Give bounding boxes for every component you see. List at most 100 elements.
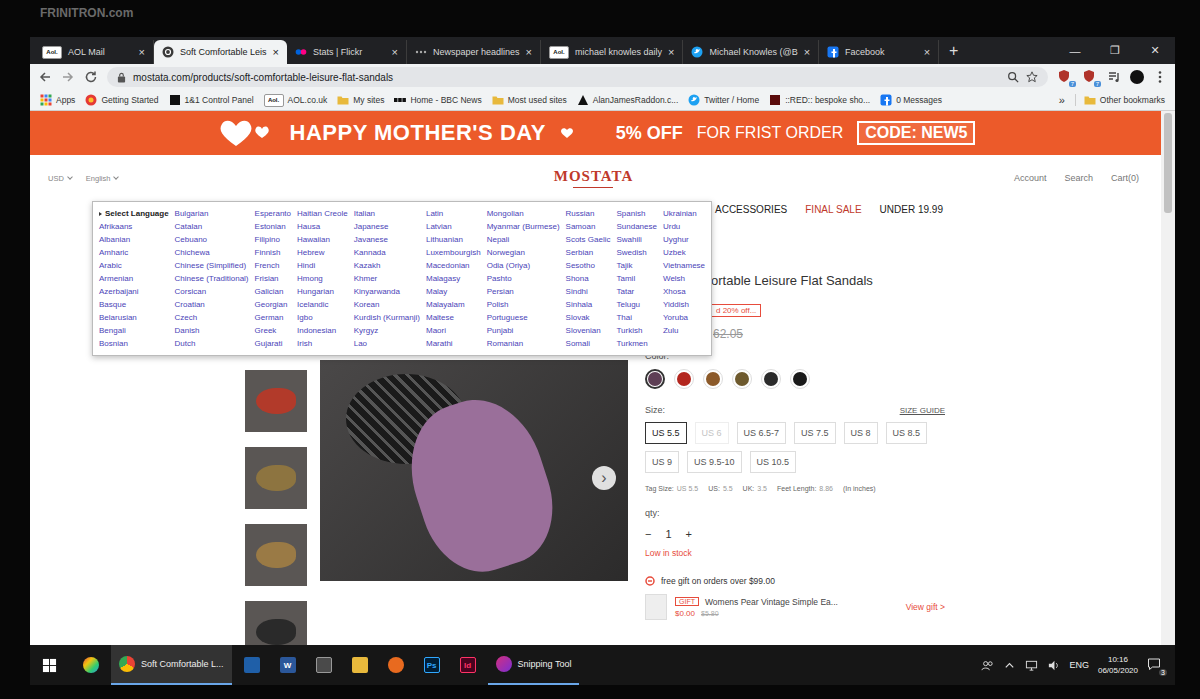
window-control-button[interactable]: — xyxy=(1055,45,1095,57)
language-option[interactable]: Norwegian xyxy=(487,246,560,259)
language-option[interactable]: Danish xyxy=(175,324,249,337)
size-option[interactable]: US 6 xyxy=(695,422,729,444)
language-option[interactable]: Hungarian xyxy=(297,285,348,298)
language-option[interactable]: Icelandic xyxy=(297,298,348,311)
qty-minus-button[interactable]: − xyxy=(645,528,651,540)
language-option[interactable]: Hausa xyxy=(297,220,348,233)
size-option[interactable]: US 8 xyxy=(844,422,878,444)
language-option[interactable]: Romanian xyxy=(487,337,560,350)
language-option[interactable]: Shona xyxy=(566,272,611,285)
language-option[interactable]: Italian xyxy=(354,207,420,220)
language-option[interactable]: Korean xyxy=(354,298,420,311)
color-swatch[interactable] xyxy=(674,369,694,389)
language-option[interactable]: Swedish xyxy=(616,246,656,259)
language-option[interactable]: Estonian xyxy=(255,220,291,233)
clock[interactable]: 10:1606/05/2020 xyxy=(1098,654,1138,676)
input-language[interactable]: ENG xyxy=(1069,660,1089,670)
bookmark[interactable]: Apps xyxy=(40,94,75,106)
language-option[interactable]: Persian xyxy=(487,285,560,298)
language-option[interactable]: Belarusian xyxy=(99,311,169,324)
language-option[interactable]: Chichewa xyxy=(175,246,249,259)
language-option[interactable]: Uyghur xyxy=(663,233,705,246)
header-link[interactable]: Search xyxy=(1064,173,1093,183)
zoom-icon[interactable] xyxy=(1007,71,1019,83)
taskbar-item[interactable]: W xyxy=(272,645,304,685)
language-option[interactable]: Catalan xyxy=(175,220,249,233)
size-option[interactable]: US 7.5 xyxy=(794,422,836,444)
windows-start-icon[interactable] xyxy=(42,658,57,673)
language-option[interactable]: Spanish xyxy=(616,207,656,220)
browser-tab[interactable]: Newspaper headlines× xyxy=(407,40,541,64)
bookmark[interactable]: My sites xyxy=(337,94,384,106)
language-option[interactable]: Dutch xyxy=(175,337,249,350)
language-option[interactable]: Chinese (Traditional) xyxy=(175,272,249,285)
language-option[interactable]: Corsican xyxy=(175,285,249,298)
language-option[interactable]: Chinese (Simplified) xyxy=(175,259,249,272)
language-option[interactable]: Somali xyxy=(566,337,611,350)
taskbar-item[interactable] xyxy=(380,645,412,685)
currency-selector[interactable]: USD xyxy=(48,174,72,183)
language-option[interactable]: Georgian xyxy=(255,298,291,311)
language-option[interactable]: Slovenian xyxy=(566,324,611,337)
nav-item[interactable]: UNDER 19.99 xyxy=(880,204,943,215)
language-option[interactable]: Sesotho xyxy=(566,259,611,272)
extension-button[interactable]: 7 xyxy=(1082,69,1098,85)
size-option[interactable]: US 10.5 xyxy=(750,451,797,473)
language-option[interactable]: Galician xyxy=(255,285,291,298)
taskbar-item[interactable] xyxy=(75,645,107,685)
header-link[interactable]: Cart(0) xyxy=(1111,173,1139,183)
language-option[interactable]: Kurdish (Kurmanji) xyxy=(354,311,420,324)
bookmark[interactable]: Home - BBC News xyxy=(394,94,481,106)
language-option[interactable]: Myanmar (Burmese) xyxy=(487,220,560,233)
tab-close-button[interactable]: × xyxy=(804,46,810,58)
bookmark[interactable]: ::RED:: bespoke sho... xyxy=(769,94,870,106)
language-option[interactable]: Welsh xyxy=(663,272,705,285)
language-option[interactable]: Polish xyxy=(487,298,560,311)
language-option[interactable]: Uzbek xyxy=(663,246,705,259)
tab-close-button[interactable]: × xyxy=(924,46,930,58)
taskbar-item[interactable] xyxy=(236,645,268,685)
language-option[interactable]: Basque xyxy=(99,298,169,311)
language-option[interactable]: Kinyarwanda xyxy=(354,285,420,298)
language-option[interactable]: Malay xyxy=(426,285,481,298)
language-option[interactable]: Russian xyxy=(566,207,611,220)
language-option[interactable]: Slovak xyxy=(566,311,611,324)
color-swatch[interactable] xyxy=(732,369,752,389)
language-option[interactable]: Marathi xyxy=(426,337,481,350)
language-option[interactable]: Sundanese xyxy=(616,220,656,233)
bookmark[interactable]: 1&1 Control Panel xyxy=(169,94,254,106)
window-control-button[interactable]: ✕ xyxy=(1135,44,1175,57)
language-option[interactable]: Samoan xyxy=(566,220,611,233)
star-icon[interactable] xyxy=(1026,71,1038,83)
profile-avatar-icon[interactable] xyxy=(1130,70,1144,84)
chevron-up-icon[interactable] xyxy=(1003,659,1016,672)
size-guide-link[interactable]: SIZE GUIDE xyxy=(900,406,945,415)
tab-close-button[interactable]: × xyxy=(273,46,279,58)
language-option[interactable]: Croatian xyxy=(175,298,249,311)
forward-arrow-icon[interactable] xyxy=(61,70,75,84)
language-option[interactable]: Latvian xyxy=(426,220,481,233)
taskbar-item[interactable] xyxy=(344,645,376,685)
color-swatch[interactable] xyxy=(761,369,781,389)
extension-button[interactable]: 7 xyxy=(1057,69,1073,85)
language-option[interactable]: Odia (Oriya) xyxy=(487,259,560,272)
language-option[interactable]: Kazakh xyxy=(354,259,420,272)
language-option[interactable]: Malagasy xyxy=(426,272,481,285)
bookmark[interactable]: Most used sites xyxy=(492,94,567,106)
language-option[interactable]: Lithuanian xyxy=(426,233,481,246)
language-option[interactable]: Frisian xyxy=(255,272,291,285)
browser-tab[interactable]: Soft Comfortable Leis× xyxy=(154,40,287,64)
language-option[interactable]: Cebuano xyxy=(175,233,249,246)
language-option[interactable]: Armenian xyxy=(99,272,169,285)
language-option[interactable]: Ukrainian xyxy=(663,207,705,220)
network-icon[interactable] xyxy=(1025,659,1038,672)
browser-tab[interactable]: Michael Knowles (@B× xyxy=(683,40,819,64)
language-option[interactable]: Telugu xyxy=(616,298,656,311)
taskbar-item[interactable] xyxy=(308,645,340,685)
nav-item[interactable]: ACCESSORIES xyxy=(715,204,787,215)
language-option[interactable]: Pashto xyxy=(487,272,560,285)
language-option[interactable]: Japanese xyxy=(354,220,420,233)
media-control-icon[interactable] xyxy=(1107,70,1121,84)
language-option[interactable]: Czech xyxy=(175,311,249,324)
language-option[interactable]: Latin xyxy=(426,207,481,220)
